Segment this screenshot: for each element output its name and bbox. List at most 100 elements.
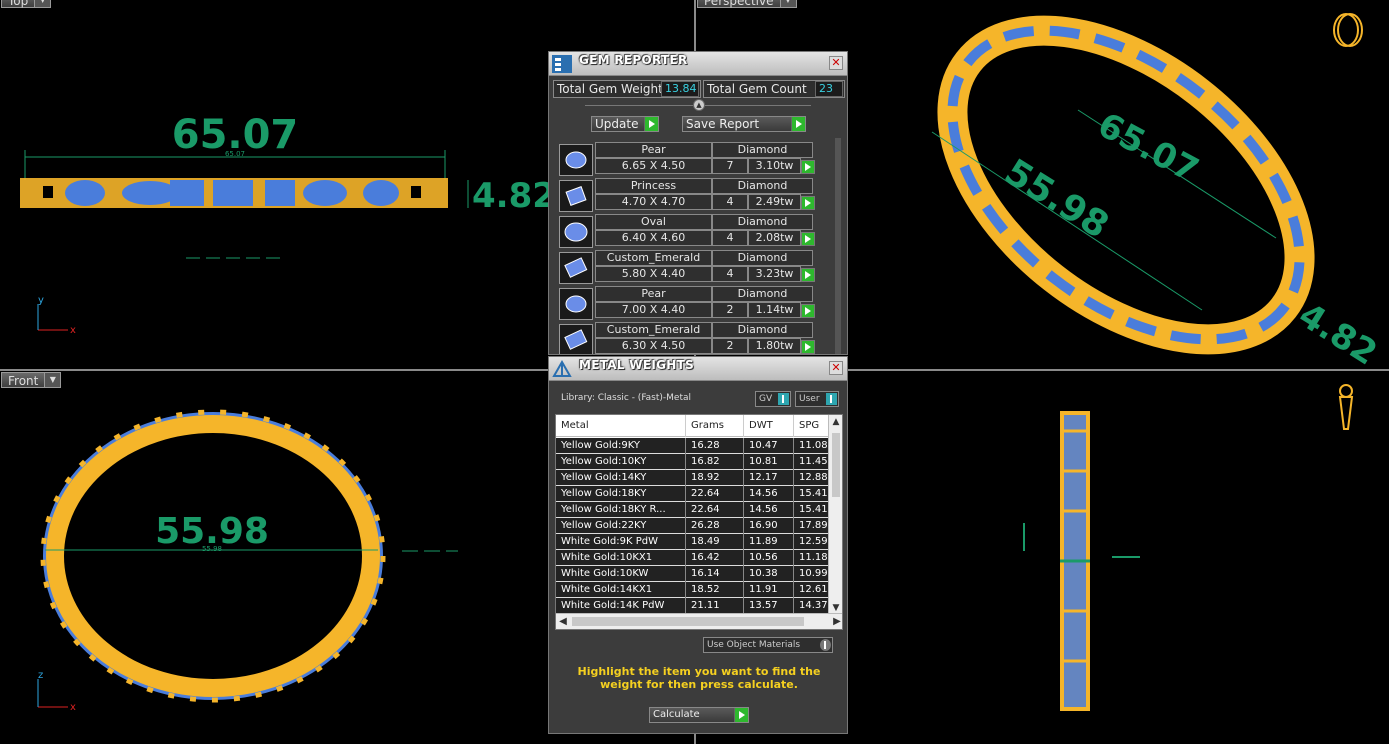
- gem-count: 7: [712, 158, 748, 174]
- table-row[interactable]: White Gold:14K PdW 21.11 13.57 14.37: [556, 598, 830, 614]
- cell-spg: 12.61: [794, 582, 830, 598]
- instruction-text: Highlight the item you want to find the …: [577, 665, 821, 691]
- user-toggle-label: User: [799, 394, 820, 404]
- column-header-grams[interactable]: Grams: [686, 415, 744, 437]
- metal-weights-title: METAL WEIGHTS: [579, 358, 695, 372]
- table-row[interactable]: Yellow Gold:18KY 22.64 14.56 15.41: [556, 486, 830, 502]
- gem-row[interactable]: Pear 7.00 X 4.40 Diamond 2 1.14tw: [555, 286, 817, 320]
- dim-width-small: 65.07: [225, 150, 245, 158]
- table-row[interactable]: Yellow Gold:18KY R... 22.64 14.56 15.41: [556, 502, 830, 518]
- gem-row[interactable]: Custom_Emerald 5.80 X 4.40 Diamond 4 3.2…: [555, 250, 817, 284]
- cell-dwt: 10.47: [744, 438, 794, 454]
- column-header-metal[interactable]: Metal: [556, 415, 686, 437]
- gem-shape: Pear: [595, 286, 712, 302]
- save-report-button-label: Save Report: [686, 117, 760, 131]
- close-icon[interactable]: ✕: [829, 361, 843, 375]
- gem-size: 5.80 X 4.40: [595, 266, 712, 282]
- close-icon[interactable]: ✕: [829, 56, 843, 70]
- scroll-up-icon[interactable]: ▲: [829, 415, 842, 429]
- cell-metal: White Gold:10KX1: [556, 550, 686, 566]
- cell-dwt: 10.38: [744, 566, 794, 582]
- metal-weights-panel: METAL WEIGHTS ✕ Library: Classic - (Fast…: [548, 356, 848, 734]
- table-row[interactable]: Yellow Gold:14KY 18.92 12.17 12.88: [556, 470, 830, 486]
- gv-toggle[interactable]: GV: [755, 391, 791, 407]
- gem-material: Diamond: [712, 214, 813, 230]
- metal-weights-titlebar[interactable]: METAL WEIGHTS ✕: [549, 357, 847, 381]
- dim-height-label: 4.82: [472, 176, 556, 216]
- gem-row[interactable]: Oval 6.40 X 4.60 Diamond 4 2.08tw: [555, 214, 817, 248]
- gem-shape: Princess: [595, 178, 712, 194]
- user-toggle[interactable]: User: [795, 391, 839, 407]
- cell-dwt: 11.89: [744, 534, 794, 550]
- calculate-button[interactable]: Calculate: [649, 707, 749, 723]
- cell-grams: 22.64: [686, 486, 744, 502]
- cell-metal: White Gold:9K PdW: [556, 534, 686, 550]
- cell-dwt: 16.90: [744, 518, 794, 534]
- column-header-dwt[interactable]: DWT: [744, 415, 794, 437]
- pear-gem-icon: [559, 144, 593, 176]
- gem-weight: 1.14tw: [748, 302, 801, 318]
- gem-select-button[interactable]: [801, 340, 815, 354]
- update-button[interactable]: Update: [591, 116, 659, 132]
- metal-table-horizontal-scrollbar[interactable]: ◀ ▶: [556, 613, 842, 629]
- table-row[interactable]: Yellow Gold:22KY 26.28 16.90 17.89: [556, 518, 830, 534]
- cell-spg: 12.59: [794, 534, 830, 550]
- svg-text:x: x: [70, 325, 76, 336]
- gem-select-button[interactable]: [801, 160, 815, 174]
- gem-list[interactable]: Pear 6.65 X 4.50 Diamond 7 3.10tw Prince…: [555, 138, 841, 354]
- collapse-knob-icon[interactable]: ▲: [693, 99, 705, 111]
- cell-grams: 16.82: [686, 454, 744, 470]
- gem-select-button[interactable]: [801, 304, 815, 318]
- cell-dwt: 14.56: [744, 486, 794, 502]
- gem-list-scrollbar[interactable]: [835, 138, 841, 354]
- scroll-left-icon[interactable]: ◀: [556, 614, 570, 629]
- table-row[interactable]: White Gold:10KX1 16.42 10.56 11.18: [556, 550, 830, 566]
- pendant-icon: [1338, 384, 1354, 430]
- metal-table[interactable]: Metal Grams DWT SPG Yellow Gold:9KY 16.2…: [555, 414, 843, 630]
- gem-select-button[interactable]: [801, 232, 815, 246]
- gem-row[interactable]: Custom_Emerald 6.30 X 4.50 Diamond 2 1.8…: [555, 322, 817, 354]
- princess-gem-icon: [559, 180, 593, 212]
- gem-material: Diamond: [712, 250, 813, 266]
- radio-icon: [820, 639, 831, 651]
- cell-metal: White Gold:14K PdW: [556, 598, 686, 614]
- total-count-label: Total Gem Count: [707, 82, 807, 96]
- gem-size: 6.40 X 4.60: [595, 230, 712, 246]
- gem-row[interactable]: Princess 4.70 X 4.70 Diamond 4 2.49tw: [555, 178, 817, 212]
- cell-spg: 11.18: [794, 550, 830, 566]
- metal-table-vertical-scrollbar[interactable]: ▲ ▼: [828, 415, 842, 615]
- table-row[interactable]: White Gold:14KX1 18.52 11.91 12.61: [556, 582, 830, 598]
- scroll-right-icon[interactable]: ▶: [830, 614, 842, 629]
- gem-reporter-titlebar[interactable]: GEM REPORTER ✕: [549, 52, 847, 76]
- cell-grams: 21.11: [686, 598, 744, 614]
- column-header-spg[interactable]: SPG: [794, 415, 830, 437]
- cell-metal: White Gold:10KW: [556, 566, 686, 582]
- gem-select-button[interactable]: [801, 268, 815, 282]
- gem-row[interactable]: Pear 6.65 X 4.50 Diamond 7 3.10tw: [555, 142, 817, 176]
- metal-table-header: Metal Grams DWT SPG: [556, 415, 830, 437]
- table-row[interactable]: White Gold:9K PdW 18.49 11.89 12.59: [556, 534, 830, 550]
- cell-grams: 22.64: [686, 502, 744, 518]
- library-label: Library: Classic - (Fast)-Metal: [561, 393, 692, 403]
- gem-material: Diamond: [712, 322, 813, 338]
- dim-height-label: 4.82: [1292, 295, 1384, 369]
- cell-dwt: 12.17: [744, 470, 794, 486]
- scrollbar-thumb[interactable]: [572, 617, 804, 626]
- scrollbar-thumb[interactable]: [832, 433, 840, 497]
- gem-size: 6.30 X 4.50: [595, 338, 712, 354]
- table-row[interactable]: Yellow Gold:9KY 16.28 10.47 11.08: [556, 438, 830, 454]
- save-report-button[interactable]: Save Report: [682, 116, 806, 132]
- gem-select-button[interactable]: [801, 196, 815, 210]
- total-weight-value: 13.84: [661, 81, 699, 97]
- table-row[interactable]: Yellow Gold:10KY 16.82 10.81 11.45: [556, 454, 830, 470]
- calculate-button-label: Calculate: [653, 709, 700, 720]
- cell-dwt: 14.56: [744, 502, 794, 518]
- use-object-materials-toggle[interactable]: Use Object Materials: [703, 637, 833, 653]
- cell-grams: 18.92: [686, 470, 744, 486]
- cell-dwt: 10.81: [744, 454, 794, 470]
- gem-weight: 1.80tw: [748, 338, 801, 354]
- cell-dwt: 10.56: [744, 550, 794, 566]
- cell-grams: 16.42: [686, 550, 744, 566]
- cell-metal: Yellow Gold:18KY: [556, 486, 686, 502]
- table-row[interactable]: White Gold:10KW 16.14 10.38 10.99: [556, 566, 830, 582]
